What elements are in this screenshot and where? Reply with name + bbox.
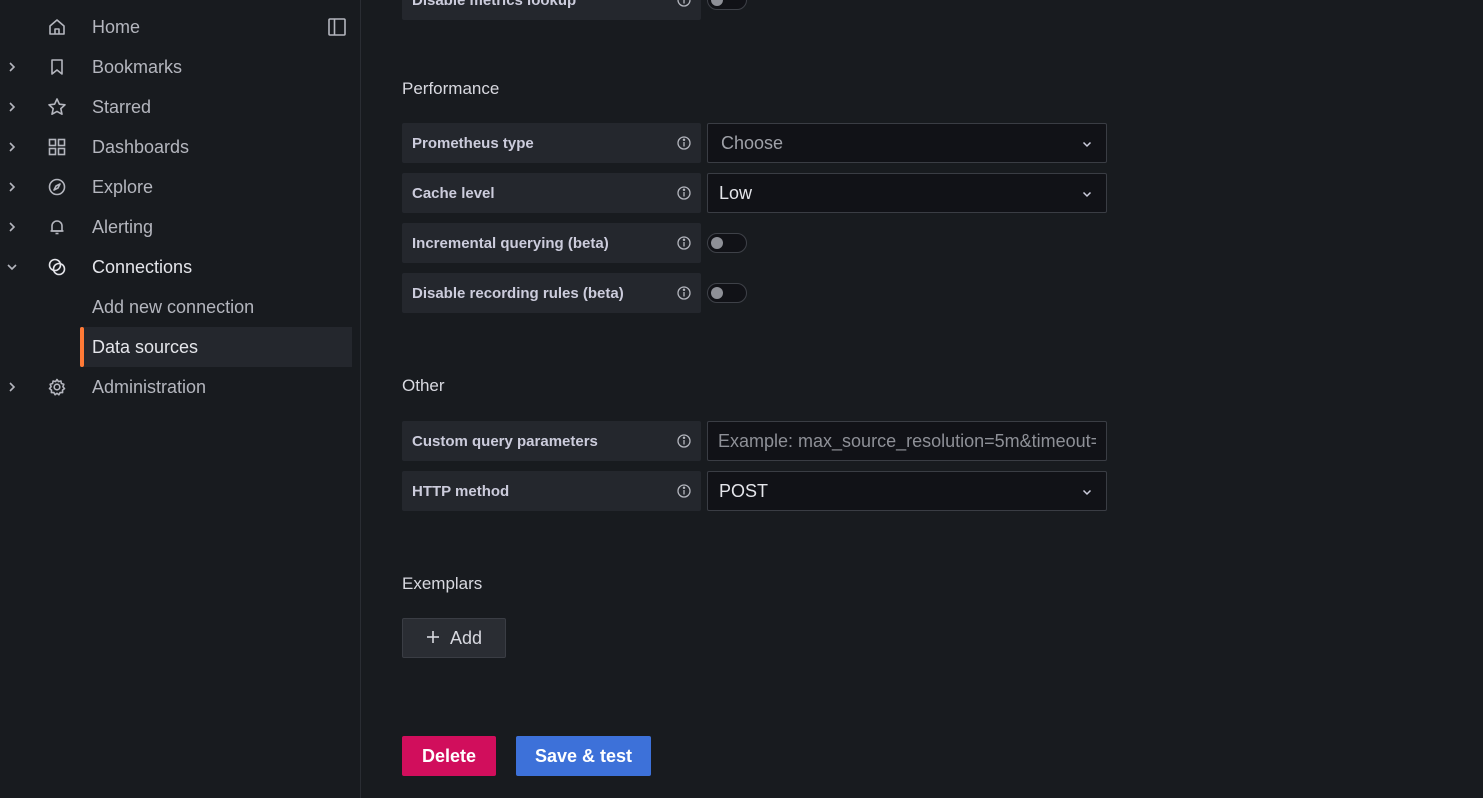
delete-button[interactable]: Delete [402, 736, 496, 776]
info-icon[interactable] [677, 434, 691, 448]
sidebar-item-label: Connections [92, 256, 193, 277]
field-label: Disable recording rules (beta) [402, 273, 701, 313]
sidebar-item-bookmarks[interactable]: Bookmarks [0, 47, 352, 87]
cache-level-select[interactable]: Low [707, 173, 1107, 213]
sidebar-item-starred[interactable]: Starred [0, 87, 352, 127]
add-button-label: Add [449, 627, 483, 648]
info-icon[interactable] [677, 0, 691, 7]
sidebar-item-label: Home [92, 16, 141, 37]
http-method-select[interactable]: POST [707, 471, 1107, 511]
info-icon[interactable] [677, 286, 691, 300]
dashboards-grid-icon [46, 136, 68, 158]
sidebar-item-label: Dashboards [92, 136, 190, 157]
connections-icon [46, 256, 68, 278]
info-icon[interactable] [677, 484, 691, 498]
toggle-knob [711, 237, 723, 249]
info-icon[interactable] [677, 236, 691, 250]
sidebar-item-label: Explore [92, 176, 154, 197]
chevron-right-icon[interactable] [4, 379, 20, 395]
sidebar-item-administration[interactable]: Administration [0, 367, 352, 407]
sidebar-item-label: Alerting [92, 216, 154, 237]
sidebar-item-dashboards[interactable]: Dashboards [0, 127, 352, 167]
incremental-querying-toggle[interactable] [707, 233, 747, 253]
section-title-performance: Performance [402, 79, 500, 98]
chevron-down-icon [1080, 137, 1094, 151]
sidebar-item-label: Bookmarks [92, 56, 183, 77]
compass-icon [46, 176, 68, 198]
sidebar-item-add-new-connection[interactable]: Add new connection [0, 287, 352, 327]
field-label: Incremental querying (beta) [402, 223, 701, 263]
sidebar-item-label: Administration [92, 376, 207, 397]
sidebar-item-data-sources[interactable]: Data sources [80, 327, 352, 367]
field-label: Cache level [402, 173, 701, 213]
add-exemplar-button[interactable]: Add [402, 618, 506, 658]
prometheus-type-select[interactable]: Choose [707, 123, 1107, 163]
info-icon[interactable] [677, 136, 691, 150]
info-icon[interactable] [677, 186, 691, 200]
app-window: Home Bookmarks Starred Dashboards Explor… [0, 0, 1483, 798]
section-title-exemplars: Exemplars [402, 574, 483, 593]
toggle-knob [711, 0, 723, 6]
sidebar-item-explore[interactable]: Explore [0, 167, 352, 207]
chevron-right-icon[interactable] [4, 219, 20, 235]
sidebar-item-label: Starred [92, 96, 152, 117]
chevron-down-icon [1080, 187, 1094, 201]
main-content: Disable metrics lookup Performance Prome… [362, 0, 1483, 798]
sidebar-item-alerting[interactable]: Alerting [0, 207, 352, 247]
sidebar-item-label: Add new connection [92, 296, 255, 317]
field-label: Prometheus type [402, 123, 701, 163]
toggle-knob [711, 287, 723, 299]
plus-icon [426, 628, 440, 649]
gear-icon [46, 376, 68, 398]
chevron-down-icon [1080, 485, 1094, 499]
chevron-right-icon[interactable] [4, 139, 20, 155]
chevron-right-icon[interactable] [4, 179, 20, 195]
chevron-right-icon[interactable] [4, 99, 20, 115]
custom-query-parameters-input[interactable] [707, 421, 1107, 461]
sidebar-item-connections[interactable]: Connections [0, 247, 352, 287]
sidebar: Home Bookmarks Starred Dashboards Explor… [0, 0, 361, 798]
field-label: Disable metrics lookup [402, 0, 701, 20]
field-label: Custom query parameters [402, 421, 701, 461]
field-label: HTTP method [402, 471, 701, 511]
home-icon [46, 16, 68, 38]
sidebar-item-home[interactable]: Home [0, 7, 352, 47]
save-and-test-button[interactable]: Save & test [516, 736, 651, 776]
chevron-right-icon[interactable] [4, 59, 20, 75]
section-title-other: Other [402, 376, 445, 395]
selected-indicator [80, 327, 84, 367]
star-icon [46, 96, 68, 118]
disable-metrics-lookup-toggle[interactable] [707, 0, 747, 10]
bookmark-icon [46, 56, 68, 78]
sidebar-item-label: Data sources [92, 336, 199, 357]
chevron-down-icon[interactable] [4, 259, 20, 275]
bell-icon [46, 216, 68, 238]
disable-recording-rules-toggle[interactable] [707, 283, 747, 303]
